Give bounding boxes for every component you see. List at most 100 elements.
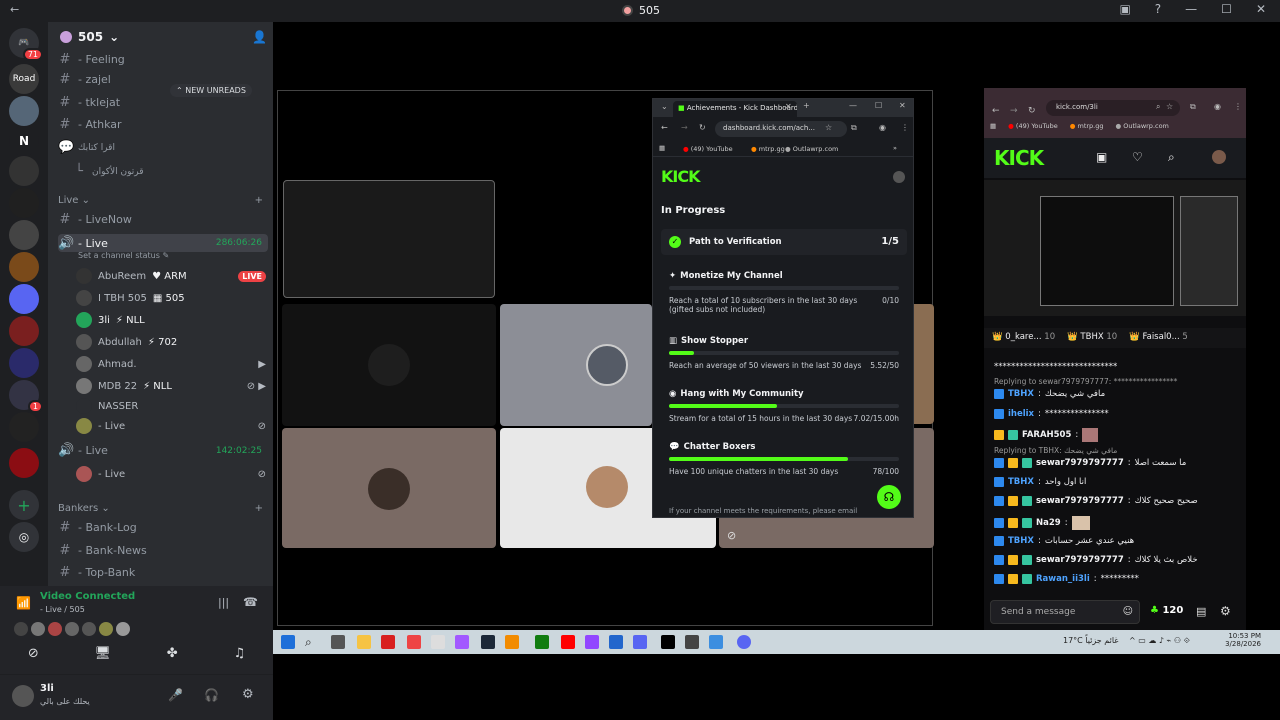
custom-status[interactable]: يحلك على بالي: [40, 697, 90, 706]
zoom-icon[interactable]: ⌕: [1156, 102, 1160, 112]
add-member-icon[interactable]: 👤: [252, 30, 267, 44]
back-icon[interactable]: ←: [661, 123, 668, 132]
voice-user[interactable]: AbuReem ♥ ARM LIVE: [76, 268, 266, 284]
maximize-icon[interactable]: ☐: [875, 101, 882, 110]
steam-icon[interactable]: [481, 635, 495, 649]
screen-share-icon[interactable]: 🖥: [95, 646, 112, 661]
headphones-icon[interactable]: 🎧: [204, 688, 219, 702]
store-icon[interactable]: ▤: [1196, 605, 1206, 618]
voice-user[interactable]: NASSER: [76, 398, 266, 414]
voice-user[interactable]: MDB 22 ⚡ NLL ⊘ ▶: [76, 378, 266, 394]
app-icon[interactable]: [505, 635, 519, 649]
terminal-icon[interactable]: [661, 635, 675, 649]
menu-icon[interactable]: ⋮: [1234, 102, 1242, 111]
avatar[interactable]: [99, 622, 113, 636]
add-server-icon[interactable]: +: [9, 490, 39, 520]
stream-preview-tile[interactable]: [283, 180, 495, 298]
channel-zajel[interactable]: # - zajel: [58, 72, 268, 87]
app-icon[interactable]: [609, 635, 623, 649]
voice-user[interactable]: Abdullah ⚡ 702: [76, 334, 266, 350]
channel-forum[interactable]: 💬 اقرا كتابك: [58, 140, 268, 155]
voice-channel-name[interactable]: - Live / 505: [40, 605, 85, 614]
chat-message[interactable]: *****************************: [994, 362, 1239, 372]
avatar[interactable]: [1212, 150, 1226, 164]
voice-user[interactable]: - Live ⊘: [76, 466, 266, 482]
heart-icon[interactable]: ♡: [1132, 150, 1143, 164]
chat-username[interactable]: ihelix: [1008, 409, 1034, 419]
figma-icon[interactable]: [455, 635, 469, 649]
notepad-icon[interactable]: [431, 635, 445, 649]
voice-channel-live-2[interactable]: 🔊 - Live 142:02:25: [58, 443, 268, 458]
acrobat-icon[interactable]: [381, 635, 395, 649]
server-icon[interactable]: [9, 348, 39, 378]
voice-user[interactable]: Ahmad. ▶: [76, 356, 266, 372]
chat-username[interactable]: Na29: [1036, 518, 1061, 528]
file-explorer-icon[interactable]: [357, 635, 371, 649]
gear-icon[interactable]: ⚙: [242, 687, 254, 702]
chat-message[interactable]: ihelix: ***************: [994, 409, 1239, 419]
direct-messages-button[interactable]: 🎮 71: [9, 28, 43, 61]
minimize-icon[interactable]: —: [849, 101, 857, 110]
username[interactable]: 3li: [40, 683, 54, 694]
top-chatter[interactable]: 👑 0_kare... 10: [992, 332, 1055, 344]
server-icon[interactable]: [9, 252, 39, 282]
system-tray[interactable]: ^ ▭ ☁ ♪ ⌁ ⚇ ⟐: [1129, 636, 1190, 646]
back-arrow-icon[interactable]: ←: [10, 3, 19, 16]
kick-logo[interactable]: KICK: [994, 146, 1044, 170]
profile-icon[interactable]: ◉: [879, 123, 886, 132]
chat-username[interactable]: FARAH505: [1022, 430, 1071, 440]
channel-livenow[interactable]: # - LiveNow: [58, 212, 268, 227]
viewer-count[interactable]: ♣ 120: [1150, 605, 1183, 616]
chat-message[interactable]: sewar7979797777: خلاص بث يلا كلاك: [994, 555, 1239, 565]
add-channel-icon[interactable]: +: [255, 503, 263, 514]
chat-message[interactable]: FARAH505:: [994, 428, 1239, 442]
participant-tile[interactable]: [282, 304, 496, 426]
soundboard-icon[interactable]: ♫: [233, 646, 245, 661]
bookmark-outlaw[interactable]: ● Outlawrp.com: [1116, 122, 1169, 130]
server-icon[interactable]: [9, 188, 39, 218]
participant-tile[interactable]: [500, 304, 652, 426]
chrome-icon[interactable]: [407, 635, 421, 649]
inbox-icon[interactable]: ▣: [1119, 2, 1130, 16]
apps-icon[interactable]: ▦: [659, 144, 665, 152]
bookmark-mtrp[interactable]: ● mtrp.gg: [751, 145, 785, 153]
category-live[interactable]: Live ⌄ +: [58, 195, 263, 206]
voice-user[interactable]: 3li ⚡ NLL: [76, 312, 266, 328]
voice-user[interactable]: - Live ⊘: [76, 418, 266, 434]
chat-message[interactable]: sewar7979797777: ما سمعت اصلا: [994, 458, 1239, 468]
chat-message[interactable]: Rawan_ii3li: *********: [994, 574, 1239, 584]
discover-icon[interactable]: ◎: [9, 522, 39, 552]
chat-input[interactable]: Send a message ☺: [990, 600, 1140, 624]
channel-thread[interactable]: └ قرتون الأكوان: [72, 164, 273, 179]
star-icon[interactable]: ☆: [825, 123, 832, 132]
maximize-icon[interactable]: ☐: [1221, 2, 1232, 16]
channel-status-hint[interactable]: Set a channel status ✎: [78, 251, 169, 260]
channel-athkar[interactable]: # - Athkar: [58, 117, 268, 132]
avatar[interactable]: [65, 622, 79, 636]
channel-top-bank[interactable]: # - Top-Bank: [58, 565, 268, 580]
support-icon[interactable]: ☊: [877, 485, 901, 509]
search-icon[interactable]: ⌕: [1168, 150, 1175, 165]
clock[interactable]: 10:53 PM 3/28/2026: [1217, 632, 1261, 648]
server-icon[interactable]: 1: [9, 380, 43, 413]
server-icon[interactable]: [9, 412, 39, 442]
help-icon[interactable]: ?: [1155, 2, 1161, 16]
chat-message[interactable]: TBHX: مافي شي يضحك: [994, 389, 1239, 399]
gear-icon[interactable]: ⚙: [1220, 604, 1231, 618]
youtube-icon[interactable]: [561, 635, 575, 649]
chat-username[interactable]: sewar7979797777: [1036, 458, 1124, 468]
minimize-icon[interactable]: —: [1185, 2, 1197, 16]
star-icon[interactable]: ☆: [1166, 102, 1173, 111]
server-icon-road[interactable]: Road: [9, 64, 39, 94]
channel-feeling[interactable]: # - Feeling: [58, 52, 268, 67]
close-tab-icon[interactable]: ✕: [785, 102, 792, 111]
chat-message[interactable]: sewar7979797777: صحيح صحيح كلاك: [994, 496, 1239, 506]
forward-icon[interactable]: →: [681, 123, 688, 132]
path-to-verification-header[interactable]: ✓ Path to Verification 1/5: [661, 229, 907, 255]
task-view-icon[interactable]: [331, 635, 345, 649]
chevron-down-icon[interactable]: ⌄: [661, 102, 668, 111]
forward-icon[interactable]: →: [1010, 106, 1018, 116]
add-channel-icon[interactable]: +: [255, 195, 263, 206]
extensions-icon[interactable]: ⧉: [851, 123, 857, 133]
voice-status[interactable]: Video Connected: [40, 591, 135, 602]
